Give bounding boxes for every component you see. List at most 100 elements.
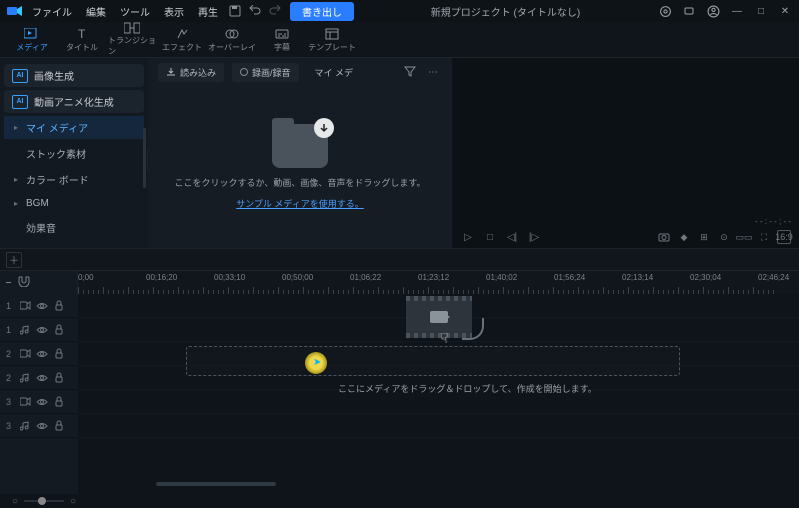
track-head[interactable]: 1 (0, 318, 78, 342)
ruler-mark: 01;56;24 (554, 273, 585, 282)
sidebar-scrollbar[interactable] (143, 128, 146, 188)
zoom-in-icon[interactable]: ○ (70, 496, 76, 507)
lock-icon[interactable] (53, 348, 65, 360)
lock-icon[interactable] (53, 396, 65, 408)
ai-video-gen-button[interactable]: AI 動画アニメ化生成 (4, 90, 144, 113)
redo-icon[interactable] (266, 2, 284, 20)
tab-label: テンプレート (308, 42, 356, 53)
compare-icon[interactable]: ▭▭ (737, 230, 751, 244)
more-icon[interactable]: ⋯ (424, 67, 442, 78)
timeline-h-scrollbar[interactable] (156, 482, 791, 486)
fullscreen-icon[interactable]: ⛶ (757, 230, 771, 244)
caret-icon: ▸ (14, 123, 22, 132)
sidebar-item-colorboard[interactable]: ▸ カラー ボード (4, 168, 144, 191)
menu-file[interactable]: ファイル (26, 2, 78, 21)
visibility-icon[interactable] (36, 300, 48, 312)
ruler-mark: 02;30;04 (690, 273, 721, 282)
ai-video-label: 動画アニメ化生成 (34, 94, 114, 109)
filter-icon[interactable] (404, 65, 416, 80)
tab-title[interactable]: T タイトル (58, 24, 106, 56)
tab-template[interactable]: テンプレート (308, 24, 356, 56)
zoom-out-icon[interactable]: ○ (12, 496, 18, 507)
menu-edit[interactable]: 編集 (80, 2, 112, 21)
export-button[interactable]: 書き出し (290, 2, 354, 21)
aspect-ratio-button[interactable]: 16:9 (777, 230, 791, 244)
track-head[interactable]: 2 (0, 342, 78, 366)
sidebar-item-mymedia[interactable]: ▸ マイ メディア (4, 116, 144, 139)
transition-tab-icon (124, 22, 140, 34)
lock-icon[interactable] (53, 420, 65, 432)
effect-tab-icon (174, 27, 190, 41)
save-icon[interactable] (226, 2, 244, 20)
track-number: 2 (6, 349, 14, 359)
visibility-icon[interactable] (36, 396, 48, 408)
title-tab-icon: T (74, 27, 90, 41)
video-track-icon (19, 396, 31, 408)
visibility-icon[interactable] (36, 420, 48, 432)
grid-icon[interactable]: ⊞ (697, 230, 711, 244)
window-maximize-icon[interactable]: □ (753, 3, 769, 19)
mymedia-dropdown[interactable]: マイ メデ (307, 63, 362, 82)
sidebar-item-label: BGM (26, 198, 49, 209)
lock-icon[interactable] (53, 300, 65, 312)
track-head[interactable]: 2 (0, 366, 78, 390)
subtitle-tab-icon (274, 27, 290, 41)
visibility-icon[interactable] (36, 372, 48, 384)
menu-play[interactable]: 再生 (192, 2, 224, 21)
audio-track-icon (19, 372, 31, 384)
ai-badge-icon: AI (12, 69, 28, 83)
next-frame-icon[interactable]: |▷ (527, 230, 541, 244)
undo-icon[interactable] (246, 2, 264, 20)
snapshot-icon[interactable] (657, 230, 671, 244)
tab-subtitle[interactable]: 字幕 (258, 24, 306, 56)
ai-badge-icon: AI (12, 95, 28, 109)
prev-frame-icon[interactable]: ◁| (505, 230, 519, 244)
cut-mode-icon[interactable]: ⎯ (6, 277, 11, 288)
lock-icon[interactable] (53, 324, 65, 336)
stop-icon[interactable]: □ (483, 230, 497, 244)
tab-overlay[interactable]: オーバーレイ (208, 24, 256, 56)
sample-media-link[interactable]: サンプル メディアを使用する。 (236, 197, 364, 210)
project-title: 新規プロジェクト (タイトルなし) (356, 4, 655, 19)
timeline-body[interactable]: ☟ ➤ ここにメディアをドラッグ＆ドロップして、作成を開始します。 (78, 294, 799, 494)
menu-tool[interactable]: ツール (114, 2, 156, 21)
ruler-mark: 0;00 (78, 273, 94, 282)
media-dropzone[interactable]: ここをクリックするか、動画、画像、音声をドラッグします。 サンプル メディアを使… (148, 86, 452, 248)
marker-icon[interactable]: ◆ (677, 230, 691, 244)
download-badge-icon (314, 118, 334, 138)
tab-effect[interactable]: エフェクト (158, 24, 206, 56)
settings-icon[interactable] (657, 3, 673, 19)
track-head[interactable]: 3 (0, 390, 78, 414)
ai-image-gen-button[interactable]: AI 画像生成 (4, 64, 144, 87)
ruler-mark: 01;23;12 (418, 273, 449, 282)
zoom-slider[interactable] (24, 500, 64, 502)
video-track-icon (19, 300, 31, 312)
account-icon[interactable] (705, 3, 721, 19)
zoom-icon[interactable]: ⊙ (717, 230, 731, 244)
tab-label: メディア (16, 42, 47, 53)
ruler-mark: 02;13;14 (622, 273, 653, 282)
sidebar-item-stock[interactable]: ストック素材 (4, 142, 144, 165)
menu-view[interactable]: 表示 (158, 2, 190, 21)
tab-media[interactable]: メディア (8, 24, 56, 56)
visibility-icon[interactable] (36, 348, 48, 360)
track-head[interactable]: 3 (0, 414, 78, 438)
notification-icon[interactable] (681, 3, 697, 19)
import-button[interactable]: 読み込み (158, 63, 224, 82)
sidebar-item-bgm[interactable]: ▸ BGM (4, 194, 144, 213)
record-button[interactable]: 録画/録音 (232, 63, 299, 82)
audio-track-icon (19, 324, 31, 336)
magnet-icon[interactable] (17, 275, 31, 290)
visibility-icon[interactable] (36, 324, 48, 336)
folder-icon (272, 124, 328, 168)
track-head[interactable]: 1 (0, 294, 78, 318)
window-minimize-icon[interactable]: — (729, 3, 745, 19)
tab-transition[interactable]: トランジション (108, 24, 156, 56)
ruler-mark: 01;40;02 (486, 273, 517, 282)
add-track-icon[interactable]: ＋ (6, 252, 22, 268)
timeline-dropslot[interactable]: ➤ (186, 346, 680, 376)
lock-icon[interactable] (53, 372, 65, 384)
window-close-icon[interactable]: ✕ (777, 3, 793, 19)
play-icon[interactable]: ▷ (461, 230, 475, 244)
sidebar-item-sfx[interactable]: 効果音 (4, 216, 144, 239)
